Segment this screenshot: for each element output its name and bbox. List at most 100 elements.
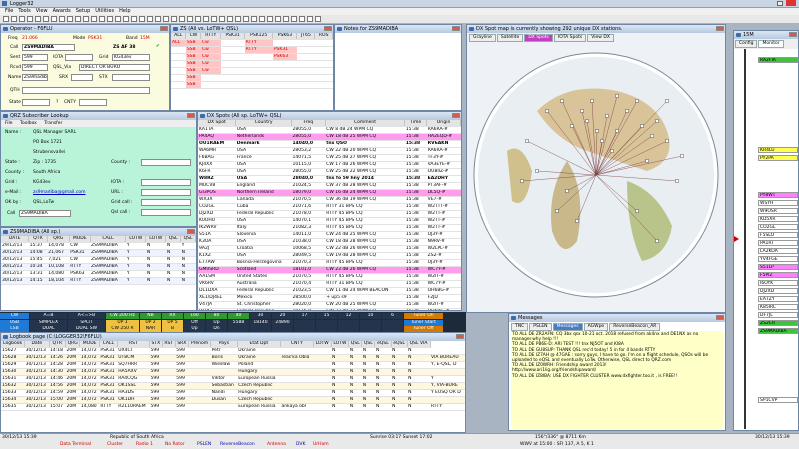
toolbar-button-icon[interactable]	[139, 16, 145, 22]
toolbar-button-icon[interactable]	[267, 16, 273, 22]
band-bar-button[interactable]: A<=>B	[68, 313, 105, 319]
toolbar-button-icon[interactable]	[283, 16, 289, 22]
toolbar-button-icon[interactable]	[291, 16, 297, 22]
zslog-row[interactable]: 30/12/13 14:15 18,104 RTTY ZS9MADIBA Y N N N	[1, 277, 196, 285]
band-bar-button[interactable]: 40	[228, 313, 249, 319]
minimize-icon[interactable]	[777, 1, 783, 6]
dx-spot-row[interactable]: K0OHU USA 14070,1 RTTY 45 BPS CQ 15:38 W2TT-#	[198, 217, 461, 225]
zslog-row[interactable]: 30/12/13 14:08 21,067 PSK31 ZS9MADIBA Y N N N	[1, 249, 196, 257]
band-spot[interactable]: I6OYK	[758, 280, 798, 286]
band-bar-button[interactable]: 160	[184, 313, 205, 319]
toolbar-button-icon[interactable]	[51, 16, 57, 22]
band-spot[interactable]: KR4LU	[758, 147, 798, 153]
connection-status[interactable]: No Rotor	[165, 442, 185, 447]
log-row[interactable]: 15633 30/12/13 14:59 20M 14,072 PSK31 HA3DS 599…	[1, 389, 465, 397]
qrz-call-input[interactable]: ZS9MADIBA	[19, 210, 71, 217]
close-icon[interactable]	[187, 113, 195, 118]
log-row[interactable]: 15632 30/12/13 14:56 20M 14,072 PSK31 OK1SSL 59…	[1, 382, 465, 390]
band-spot[interactable]: PA1RT	[758, 240, 798, 246]
log-col-header[interactable]: QRG	[65, 341, 81, 348]
log-col-header[interactable]: Logbook	[1, 341, 26, 348]
freq-value[interactable]: 21.066	[22, 36, 38, 41]
spot-marker[interactable]	[570, 124, 574, 128]
toolbar-button-icon[interactable]	[187, 16, 193, 22]
toolbar-button-icon[interactable]	[115, 16, 121, 22]
dx-spot-row[interactable]: F6BAG France 14071,5 CW 25 dB 27 WPM CQ 15:3…	[198, 154, 461, 162]
band-bar-button[interactable]: NB	[140, 313, 161, 319]
spot-marker[interactable]	[595, 129, 599, 133]
toolbar-button-icon[interactable]	[235, 16, 241, 22]
spot-marker[interactable]	[650, 134, 654, 138]
band-bar-button[interactable]: 6	[382, 313, 403, 319]
state-input[interactable]	[22, 99, 50, 106]
spot-marker[interactable]	[520, 179, 524, 183]
spot-marker[interactable]	[635, 209, 639, 213]
world-map[interactable]	[467, 41, 725, 313]
band-bar-button[interactable]	[382, 319, 403, 326]
toolbar-button-icon[interactable]	[251, 16, 257, 22]
spot-marker[interactable]	[590, 99, 594, 103]
dx-spot-row[interactable]: PA4AQ Netherlands 28055,0 CW 18 dB 25 WPM C…	[198, 133, 461, 141]
band-bar-button[interactable]: SPLIT	[68, 319, 105, 326]
connection-status[interactable]: Radio 1	[136, 442, 153, 447]
band-spot[interactable]: CO2GL	[758, 224, 798, 230]
menu-awards[interactable]: Awards	[53, 8, 71, 15]
connection-status[interactable]: Data Terminal	[60, 442, 91, 447]
close-icon[interactable]	[452, 26, 460, 31]
spot-marker[interactable]	[655, 239, 659, 243]
toolbar-button-icon[interactable]	[91, 16, 97, 22]
menu-help[interactable]: Help	[119, 8, 130, 15]
band-bar-button[interactable]: Up	[206, 319, 227, 326]
toolbar-button-icon[interactable]	[67, 16, 73, 22]
spot-marker[interactable]	[665, 139, 669, 143]
spot-marker[interactable]	[555, 209, 559, 213]
toolbar-button-icon[interactable]	[211, 16, 217, 22]
close-icon[interactable]	[789, 32, 797, 37]
spot-marker[interactable]	[675, 179, 679, 183]
dx-spot-row[interactable]: GI3POS Northern Ireland 18079,0 CW 16 dB 24…	[198, 189, 461, 197]
connection-status[interactable]: PSLEN	[197, 442, 211, 447]
close-icon[interactable]	[452, 113, 460, 118]
band-spot[interactable]: LA2KOA	[758, 248, 798, 254]
spot-marker[interactable]	[655, 119, 659, 123]
band-value[interactable]: 15M	[140, 36, 150, 41]
toolbar-button-icon[interactable]	[243, 16, 249, 22]
menu-utilities[interactable]: Utilities	[95, 8, 114, 15]
toolbar-button-icon[interactable]	[155, 16, 161, 22]
band-spot[interactable]: S51LP	[758, 264, 798, 270]
name-input[interactable]: ZS9madiba	[22, 74, 48, 81]
toolbar-button-icon[interactable]	[307, 16, 313, 22]
toolbar-button-icon[interactable]	[195, 16, 201, 22]
close-icon[interactable]	[716, 315, 724, 320]
band-bar-button[interactable]: 12	[338, 313, 359, 319]
call-input[interactable]: ZS9MADIBA	[22, 44, 75, 51]
stx-input[interactable]	[112, 74, 150, 81]
band-bar-button[interactable]	[316, 319, 337, 326]
spot-marker[interactable]	[535, 169, 539, 173]
band-spot[interactable]: ZS2CR	[758, 320, 798, 326]
tab-config[interactable]: Config	[735, 40, 758, 48]
help-icon[interactable]: ?	[56, 100, 58, 105]
close-icon[interactable]	[456, 334, 464, 339]
toolbar-button-icon[interactable]	[147, 16, 153, 22]
dx-spot-row[interactable]: XE1/DJ4EL Mexico 28500,0 + up5 s9 15:38 F2JD	[198, 294, 461, 302]
band-spot[interactable]: PY8WT	[758, 192, 798, 198]
qrz-right-field[interactable]	[141, 209, 191, 216]
band-bar-button[interactable]: 10	[360, 313, 381, 319]
toolbar-button-icon[interactable]	[11, 16, 17, 22]
band-bar-button[interactable]: UP 2	[140, 319, 161, 326]
toolbar-button-icon[interactable]	[35, 16, 41, 22]
dx-spot-row[interactable]: CO2GL Cuba 21071,6 RTTY 31 BPS CQ 15:38 W2TTT…	[198, 203, 461, 211]
toolbar-button-icon[interactable]	[275, 16, 281, 22]
band-spot[interactable]: W9OSR	[758, 208, 798, 214]
toolbar-button-icon[interactable]	[163, 16, 169, 22]
dx-spot-row[interactable]: GM0SRD Scotland 18101,0 CW 23 dB 26 WPM CQ 1…	[198, 266, 461, 274]
menu-tools[interactable]: Tools	[18, 8, 30, 15]
dx-spot-row[interactable]: S51A Slovenia 14011,0 CW 24 dB 25 WPM CQ 15:…	[198, 231, 461, 239]
spot-marker[interactable]	[615, 129, 619, 133]
band-spot[interactable]: PY2PA	[758, 155, 798, 161]
log-col-header[interactable]: eQSL	[374, 341, 392, 348]
band-bar-button[interactable]: CW	[0, 313, 29, 319]
log-row[interactable]: 15634 30/12/13 15:00 20M 14,072 PSK31 OK1DH 599…	[1, 396, 465, 404]
dx-spot-row[interactable]: OU1RAEM Denmark 14040,0 tnx QSO 15:38 RV6AKN	[198, 140, 461, 148]
